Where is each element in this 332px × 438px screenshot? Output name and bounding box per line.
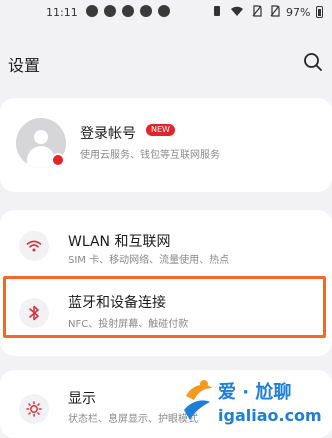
no-sim-icon	[252, 5, 262, 17]
no-sim-icon	[270, 5, 280, 17]
notification-icon	[140, 5, 152, 17]
watermark-logo-icon	[184, 380, 212, 420]
settings-item-bluetooth-subtitle: NFC、投射屏幕、触碰付款	[68, 319, 189, 330]
notification-icon	[122, 5, 134, 17]
watermark-brand: 爱 · 尬聊	[218, 382, 292, 403]
page-title: 设置	[8, 56, 41, 75]
settings-item-wlan-subtitle: SIM 卡、移动网络、流量使用、热点	[68, 255, 230, 266]
status-time: 11:11	[46, 6, 78, 19]
system-icons	[212, 5, 280, 17]
notification-dot	[51, 153, 65, 167]
watermark-url: igaliao.com	[218, 406, 322, 425]
search-button[interactable]	[301, 50, 325, 74]
battery-percent: 97%	[286, 6, 311, 19]
status-bar: 11:11 97%	[0, 0, 332, 26]
account-subtitle: 使用云服务、钱包等互联网服务	[80, 150, 220, 161]
notification-icon	[104, 5, 116, 17]
settings-item-display-title[interactable]: 显示	[68, 388, 96, 408]
account-title: 登录帐号	[80, 126, 136, 142]
notification-icon	[158, 5, 170, 17]
vibrate-icon	[214, 6, 220, 16]
watermark: 爱 · 尬聊 igaliao.com	[180, 376, 330, 436]
new-badge: NEW	[146, 124, 175, 136]
wifi-icon	[19, 231, 49, 261]
battery-icon	[316, 6, 323, 18]
settings-item-wlan-title[interactable]: WLAN 和互联网	[68, 231, 170, 251]
wifi-status-icon	[231, 6, 243, 16]
settings-item-bluetooth-title[interactable]: 蓝牙和设备连接	[68, 292, 166, 312]
brightness-icon	[19, 394, 49, 424]
settings-item-display-subtitle: 状态栏、息屏显示、护眼模式	[68, 414, 198, 425]
notification-icons	[86, 5, 170, 17]
bluetooth-icon	[19, 298, 49, 328]
search-icon	[304, 53, 322, 71]
notification-icon	[86, 5, 98, 17]
